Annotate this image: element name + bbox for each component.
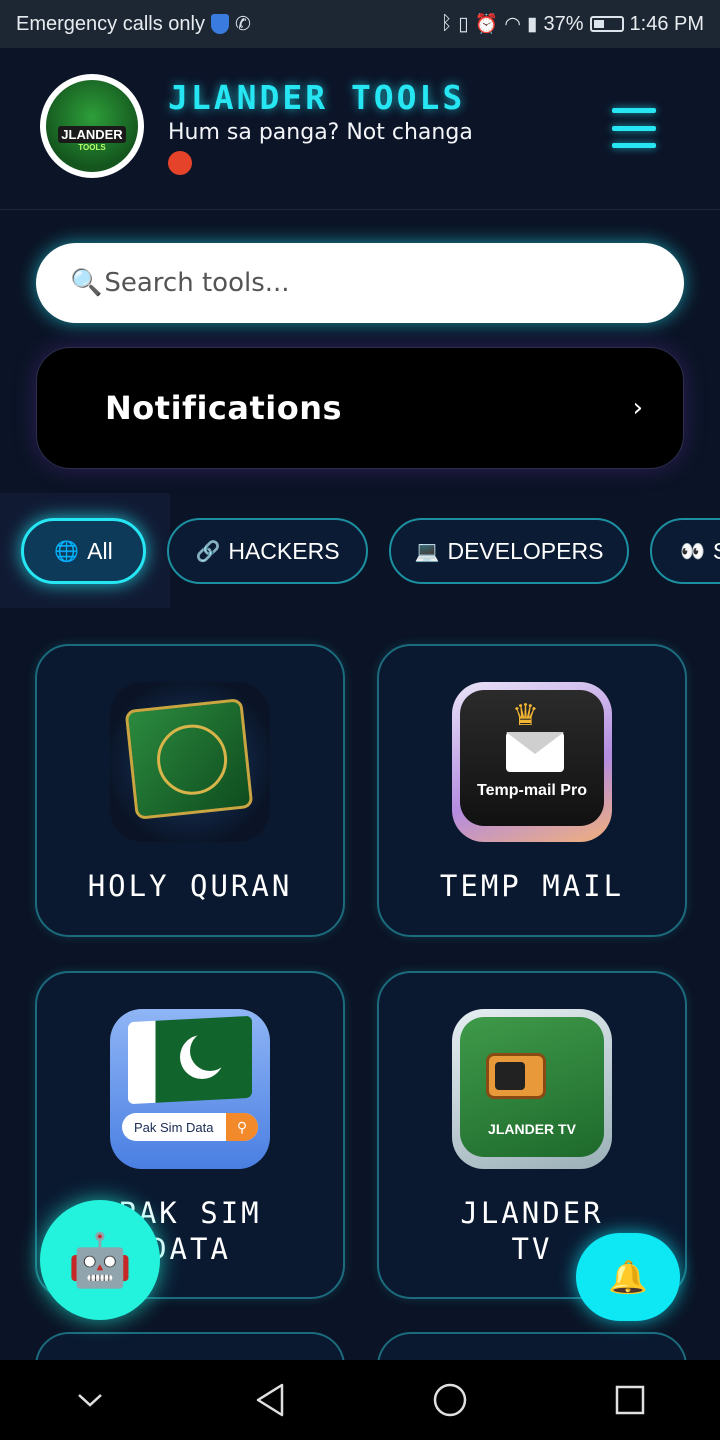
tool-title-line2: DATA bbox=[149, 1232, 231, 1266]
status-bar: Emergency calls only ✆ ᛒ ▯ ⏰ ◠ ▮ 37% 1:4… bbox=[0, 0, 720, 48]
home-circle-icon bbox=[433, 1383, 467, 1417]
envelope-icon bbox=[506, 732, 564, 772]
jlander-tv-tile: JLANDER TV bbox=[460, 1017, 604, 1157]
category-chip-partial[interactable]: 👀 S bbox=[650, 518, 720, 584]
globe-icon: 🌐 bbox=[54, 540, 80, 563]
hacker-logo-icon: JLANDER TOOLS bbox=[46, 80, 138, 172]
crown-icon: ♛ bbox=[512, 698, 539, 733]
notifications-panel[interactable]: Notifications › bbox=[36, 347, 684, 469]
chevron-down-icon bbox=[78, 1394, 102, 1407]
category-chip-hackers[interactable]: 🔗 HACKERS bbox=[167, 518, 368, 584]
category-label: All bbox=[87, 537, 113, 564]
alarm-icon: ⏰ bbox=[474, 14, 499, 35]
pak-sim-icon: Pak Sim Data ⚲ bbox=[110, 1009, 270, 1169]
pak-sim-icon-label: Pak Sim Data bbox=[134, 1119, 214, 1135]
system-nav-bar bbox=[0, 1360, 720, 1440]
menu-line-icon bbox=[612, 125, 656, 131]
category-label: DEVELOPERS bbox=[447, 537, 604, 564]
hamburger-menu-button[interactable] bbox=[612, 108, 656, 148]
tool-card-temp-mail[interactable]: ♛ Temp-mail Pro TEMP MAIL bbox=[377, 644, 687, 937]
search-bar[interactable]: 🔍 bbox=[36, 243, 684, 323]
quran-book-icon bbox=[124, 698, 254, 820]
brand-subtitle: Hum sa panga? Not changa bbox=[168, 118, 548, 178]
pak-sim-search-bar: Pak Sim Data ⚲ bbox=[122, 1113, 258, 1141]
link-icon: 🔗 bbox=[195, 540, 221, 563]
bluetooth-icon: ᛒ bbox=[440, 13, 453, 34]
bell-icon: 🔔 bbox=[608, 1258, 648, 1296]
tool-title-line2: TV bbox=[511, 1232, 553, 1266]
category-filter-bar: 🌐 All 🔗 HACKERS 💻 DEVELOPERS 👀 S bbox=[0, 493, 720, 608]
vibrate-icon: ▯ bbox=[458, 13, 469, 35]
tv-icon bbox=[486, 1053, 546, 1099]
chatbot-button[interactable]: 🤖 bbox=[40, 1200, 160, 1320]
recents-square-icon bbox=[615, 1385, 645, 1415]
eyes-icon: 👀 bbox=[680, 540, 705, 563]
tool-title-line1: JLANDER bbox=[460, 1196, 604, 1230]
app-header: JLANDER TOOLS JLANDER TOOLS Hum sa panga… bbox=[0, 48, 720, 210]
logo-text-main: JLANDER bbox=[58, 126, 126, 143]
quran-icon bbox=[110, 682, 270, 842]
chevron-right-icon: › bbox=[632, 393, 643, 423]
robot-icon: 🤖 bbox=[67, 1230, 133, 1291]
magnifier-icon: ⚲ bbox=[226, 1113, 258, 1141]
category-chip-all[interactable]: 🌐 All bbox=[21, 518, 146, 584]
whatsapp-icon: ✆ bbox=[234, 13, 251, 35]
tool-title: HOLY QURAN bbox=[87, 869, 293, 903]
notification-bell-button[interactable]: 🔔 bbox=[576, 1233, 680, 1321]
brand-title: JLANDER TOOLS bbox=[168, 78, 466, 117]
nav-recents-button[interactable] bbox=[600, 1370, 660, 1430]
search-icon: 🔍 bbox=[70, 268, 103, 298]
menu-line-icon bbox=[612, 143, 656, 148]
laptop-icon: 💻 bbox=[414, 540, 440, 563]
angry-face-icon bbox=[168, 151, 192, 175]
temp-mail-icon-label: Temp-mail Pro bbox=[477, 782, 587, 799]
category-chip-developers[interactable]: 💻 DEVELOPERS bbox=[389, 518, 629, 584]
battery-percent: 37% bbox=[543, 12, 584, 35]
shield-icon bbox=[210, 14, 229, 34]
category-label: S bbox=[713, 538, 720, 565]
nav-home-button[interactable] bbox=[420, 1370, 480, 1430]
search-input[interactable] bbox=[104, 268, 665, 298]
temp-mail-icon: ♛ Temp-mail Pro bbox=[452, 682, 612, 842]
jlander-tv-icon-label: JLANDER TV bbox=[488, 1121, 576, 1137]
jlander-tv-icon: JLANDER TV bbox=[452, 1009, 612, 1169]
nav-collapse-button[interactable] bbox=[60, 1370, 120, 1430]
tool-card-holy-quran[interactable]: HOLY QURAN bbox=[35, 644, 345, 937]
tool-title: TEMP MAIL bbox=[439, 869, 625, 903]
wifi-icon: ◠ bbox=[504, 13, 522, 35]
temp-mail-tile: ♛ Temp-mail Pro bbox=[460, 690, 604, 826]
carrier-text: Emergency calls only bbox=[16, 12, 205, 35]
back-triangle-icon bbox=[256, 1383, 284, 1417]
notifications-label: Notifications bbox=[105, 389, 343, 427]
crescent-icon bbox=[180, 1031, 230, 1079]
nav-back-button[interactable] bbox=[240, 1370, 300, 1430]
logo-text-sub: TOOLS bbox=[78, 143, 106, 152]
clock: 1:46 PM bbox=[629, 12, 704, 35]
battery-icon bbox=[589, 16, 624, 32]
category-label: HACKERS bbox=[228, 537, 340, 564]
sim-icon: ▮ bbox=[527, 13, 538, 35]
menu-line-icon bbox=[612, 108, 656, 113]
brand-subtitle-text: Hum sa panga? Not changa bbox=[168, 120, 473, 145]
brand-logo[interactable]: JLANDER TOOLS bbox=[40, 74, 144, 178]
